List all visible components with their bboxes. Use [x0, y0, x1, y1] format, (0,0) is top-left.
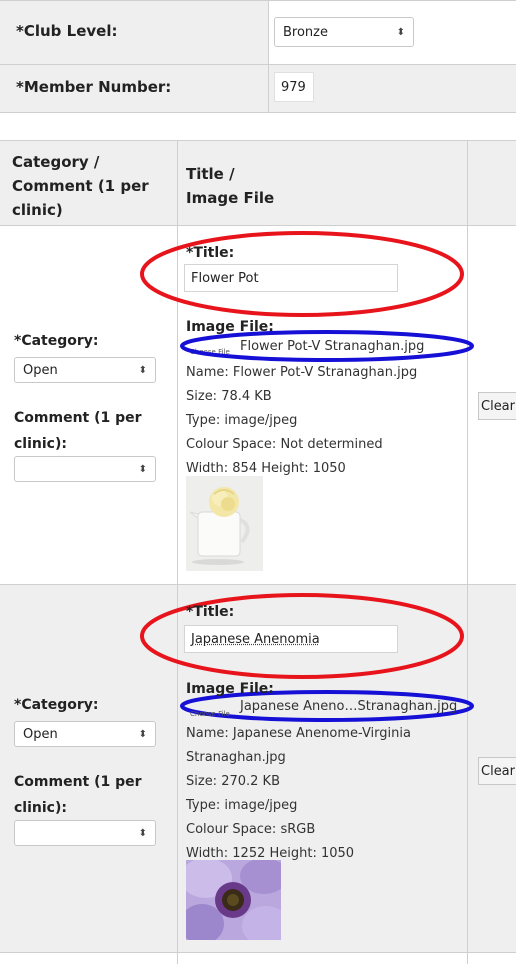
comment-label-line: Comment (1 per: [14, 769, 142, 795]
file-dims-line: Width: 1252 Height: 1050: [186, 846, 354, 861]
category-label: *Category:: [14, 697, 99, 713]
file-size-line: Size: 270.2 KB: [186, 774, 280, 789]
title-label: *Title:: [186, 604, 234, 620]
title-input[interactable]: Japanese Anenomia: [184, 625, 398, 653]
file-colour-line: Colour Space: sRGB: [186, 822, 315, 837]
file-type-line: Type: image/jpeg: [186, 798, 297, 813]
comment-label: Comment (1 per clinic):: [14, 769, 142, 821]
select-arrow-icon: ⬍: [139, 828, 147, 839]
anemone-image: [186, 860, 281, 940]
title-highlight-ellipse: [142, 233, 462, 315]
title-value: Japanese Anenomia: [191, 632, 320, 647]
choose-file-button[interactable]: Choose File: [190, 710, 230, 718]
select-arrow-icon: ⬍: [139, 729, 147, 740]
image-thumbnail: [186, 860, 281, 940]
clear-button[interactable]: Clear: [478, 757, 516, 785]
comment-label-line: clinic):: [14, 795, 142, 821]
file-name-line-continued: Stranaghan.jpg: [186, 750, 286, 765]
file-highlight-ellipse: [182, 332, 472, 360]
category-value: Open: [23, 727, 58, 742]
file-chosen-name: Japanese Aneno…Stranaghan.jpg: [240, 699, 457, 714]
category-select[interactable]: Open ⬍: [14, 721, 156, 747]
image-file-label: Image File:: [186, 681, 274, 697]
comment-select[interactable]: ⬍: [14, 820, 156, 846]
file-name-line: Name: Japanese Anenome-Virginia: [186, 726, 411, 741]
